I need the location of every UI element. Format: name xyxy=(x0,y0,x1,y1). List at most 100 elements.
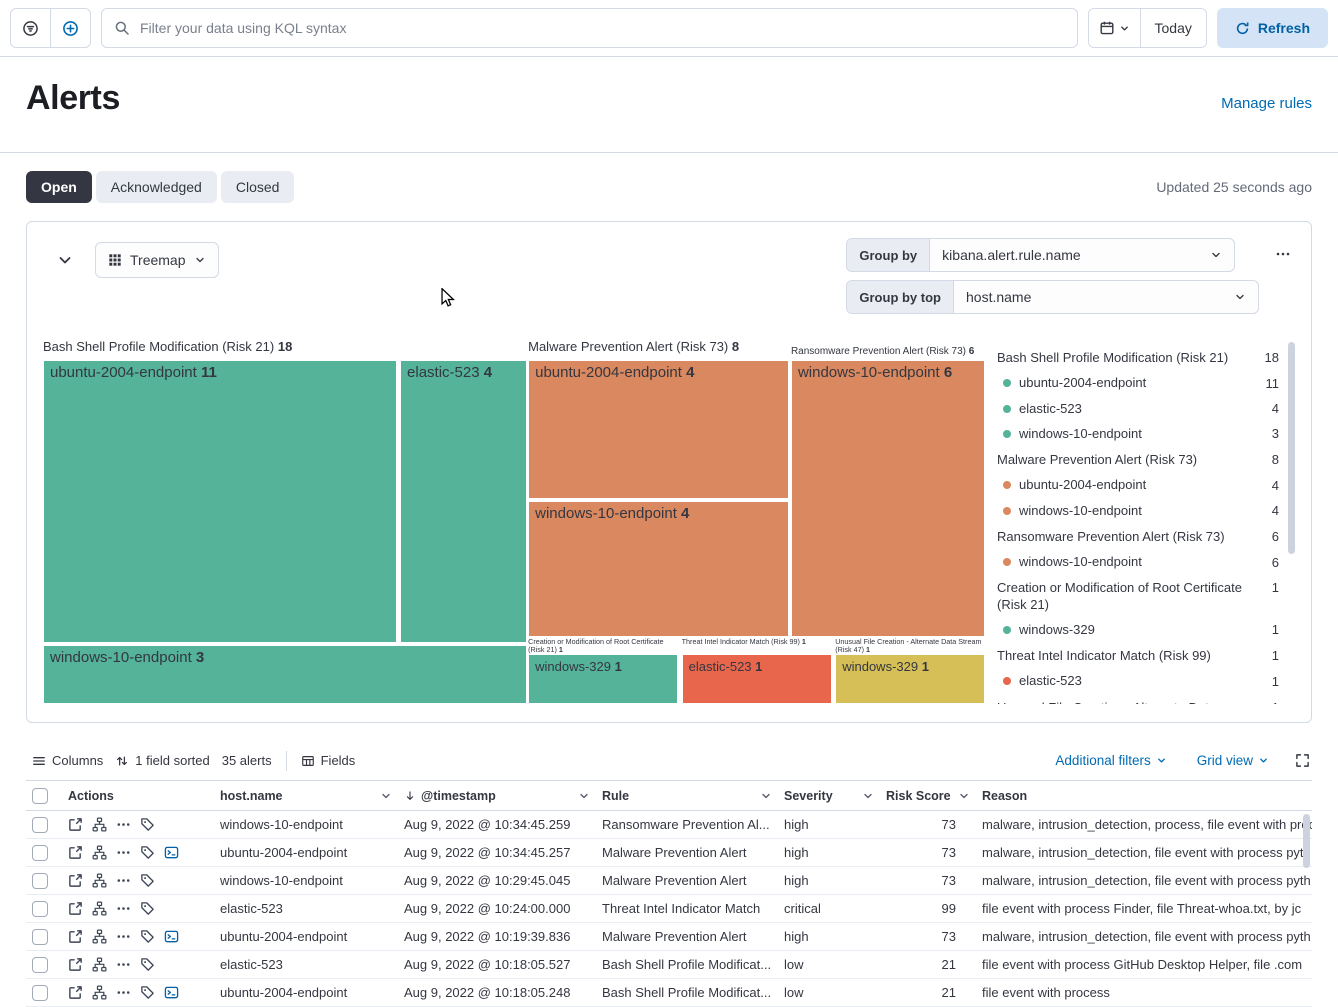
columns-button[interactable]: Columns xyxy=(26,749,109,772)
cell-risk-score[interactable]: 73 xyxy=(880,923,976,951)
cell-rule[interactable]: Bash Shell Profile Modificat... xyxy=(596,979,778,1007)
timeline-tag-icon[interactable] xyxy=(140,901,155,916)
cell-risk-score[interactable]: 21 xyxy=(880,979,976,1007)
cell-reason[interactable]: malware, intrusion_detection, file event… xyxy=(976,839,1312,867)
kql-filter-field[interactable] xyxy=(101,8,1078,48)
collapse-chart-button[interactable] xyxy=(53,248,77,272)
treemap-tile-windows-10-endpoint[interactable]: windows-10-endpoint 3 xyxy=(43,645,527,704)
cell-rule[interactable]: Threat Intel Indicator Match xyxy=(596,895,778,923)
chart-options-button[interactable] xyxy=(1271,240,1295,268)
tab-acknowledged[interactable]: Acknowledged xyxy=(96,171,217,203)
column-menu-icon[interactable] xyxy=(862,790,874,802)
treemap-tile-ubuntu-2004-endpoint[interactable]: ubuntu-2004-endpoint 11 xyxy=(43,360,397,643)
cell-timestamp[interactable]: Aug 9, 2022 @ 10:24:00.000 xyxy=(398,895,596,923)
legend-item[interactable]: windows-10-endpoint6 xyxy=(997,554,1279,570)
cell-host-name[interactable]: elastic-523 xyxy=(214,895,398,923)
search-input[interactable] xyxy=(138,19,1065,37)
cell-reason[interactable]: malware, intrusion_detection, file event… xyxy=(976,923,1312,951)
expand-alert-icon[interactable] xyxy=(68,957,83,972)
session-view-icon[interactable] xyxy=(164,845,179,860)
legend-scrollbar[interactable] xyxy=(1288,342,1295,554)
column-menu-icon[interactable] xyxy=(578,790,590,802)
group-by-select[interactable]: kibana.alert.rule.name xyxy=(929,238,1235,272)
session-view-icon[interactable] xyxy=(164,929,179,944)
cell-timestamp[interactable]: Aug 9, 2022 @ 10:18:05.248 xyxy=(398,979,596,1007)
treemap-tile-windows-329[interactable]: windows-329 1 xyxy=(528,654,678,704)
more-actions-icon[interactable] xyxy=(116,957,131,972)
analyze-event-icon[interactable] xyxy=(92,817,107,832)
cell-reason[interactable]: file event with process xyxy=(976,979,1312,1007)
analyze-event-icon[interactable] xyxy=(92,957,107,972)
expand-alert-icon[interactable] xyxy=(68,929,83,944)
cell-severity[interactable]: critical xyxy=(778,895,880,923)
cell-host-name[interactable]: ubuntu-2004-endpoint xyxy=(214,839,398,867)
cell-host-name[interactable]: ubuntu-2004-endpoint xyxy=(214,979,398,1007)
cell-timestamp[interactable]: Aug 9, 2022 @ 10:29:45.045 xyxy=(398,867,596,895)
cell-timestamp[interactable]: Aug 9, 2022 @ 10:19:39.836 xyxy=(398,923,596,951)
additional-filters-button[interactable]: Additional filters xyxy=(1049,752,1172,769)
refresh-button[interactable]: Refresh xyxy=(1217,8,1328,48)
legend-group[interactable]: Bash Shell Profile Modification (Risk 21… xyxy=(997,350,1279,366)
legend-item[interactable]: elastic-5231 xyxy=(997,673,1279,689)
legend-group[interactable]: Malware Prevention Alert (Risk 73)8 xyxy=(997,452,1279,468)
more-actions-icon[interactable] xyxy=(116,873,131,888)
cell-risk-score[interactable]: 21 xyxy=(880,951,976,979)
column-header-actions[interactable]: Actions xyxy=(62,781,214,811)
row-checkbox[interactable] xyxy=(32,873,48,889)
select-all-checkbox[interactable] xyxy=(32,788,48,804)
analyze-event-icon[interactable] xyxy=(92,901,107,916)
treemap-chart[interactable]: Bash Shell Profile Modification (Risk 21… xyxy=(43,340,985,704)
cell-severity[interactable]: low xyxy=(778,979,880,1007)
legend-item[interactable]: ubuntu-2004-endpoint4 xyxy=(997,477,1279,493)
cell-severity[interactable]: high xyxy=(778,811,880,839)
column-header-host-name[interactable]: host.name xyxy=(214,781,398,811)
cell-risk-score[interactable]: 73 xyxy=(880,811,976,839)
cell-severity[interactable]: high xyxy=(778,867,880,895)
manage-rules-link[interactable]: Manage rules xyxy=(1221,95,1312,118)
today-button[interactable]: Today xyxy=(1141,9,1206,47)
analyze-event-icon[interactable] xyxy=(92,873,107,888)
cell-rule[interactable]: Malware Prevention Alert xyxy=(596,923,778,951)
cell-risk-score[interactable]: 73 xyxy=(880,867,976,895)
legend-item[interactable]: elastic-5234 xyxy=(997,401,1279,417)
row-checkbox[interactable] xyxy=(32,901,48,917)
tab-open[interactable]: Open xyxy=(26,171,92,203)
legend-item[interactable]: windows-10-endpoint4 xyxy=(997,503,1279,519)
cell-reason[interactable]: malware, intrusion_detection, process, f… xyxy=(976,811,1312,839)
more-actions-icon[interactable] xyxy=(116,901,131,916)
legend-group[interactable]: Threat Intel Indicator Match (Risk 99)1 xyxy=(997,648,1279,664)
expand-alert-icon[interactable] xyxy=(68,873,83,888)
cell-severity[interactable]: low xyxy=(778,951,880,979)
column-header-rule[interactable]: Rule xyxy=(596,781,778,811)
more-actions-icon[interactable] xyxy=(116,845,131,860)
expand-alert-icon[interactable] xyxy=(68,817,83,832)
analyze-event-icon[interactable] xyxy=(92,929,107,944)
treemap-tile-windows-10-endpoint[interactable]: windows-10-endpoint 4 xyxy=(528,501,789,637)
analyze-event-icon[interactable] xyxy=(92,985,107,1000)
more-actions-icon[interactable] xyxy=(116,929,131,944)
cell-severity[interactable]: high xyxy=(778,923,880,951)
more-actions-icon[interactable] xyxy=(116,985,131,1000)
timeline-tag-icon[interactable] xyxy=(140,957,155,972)
row-checkbox[interactable] xyxy=(32,817,48,833)
column-menu-icon[interactable] xyxy=(958,790,970,802)
date-picker-button[interactable] xyxy=(1089,9,1141,47)
session-view-icon[interactable] xyxy=(164,985,179,1000)
cell-timestamp[interactable]: Aug 9, 2022 @ 10:34:45.257 xyxy=(398,839,596,867)
cell-host-name[interactable]: ubuntu-2004-endpoint xyxy=(214,923,398,951)
column-header-severity[interactable]: Severity xyxy=(778,781,880,811)
expand-alert-icon[interactable] xyxy=(68,901,83,916)
grid-view-button[interactable]: Grid view xyxy=(1191,752,1275,769)
analyze-event-icon[interactable] xyxy=(92,845,107,860)
cell-rule[interactable]: Malware Prevention Alert xyxy=(596,867,778,895)
cell-rule[interactable]: Ransomware Prevention Al... xyxy=(596,811,778,839)
cell-risk-score[interactable]: 73 xyxy=(880,839,976,867)
row-checkbox[interactable] xyxy=(32,929,48,945)
column-header-reason[interactable]: Reason xyxy=(976,781,1312,811)
column-menu-icon[interactable] xyxy=(380,790,392,802)
treemap-tile-elastic-523[interactable]: elastic-523 4 xyxy=(400,360,527,643)
treemap-tile-windows-10-endpoint[interactable]: windows-10-endpoint 6 xyxy=(791,360,985,637)
cell-host-name[interactable]: windows-10-endpoint xyxy=(214,867,398,895)
table-scrollbar[interactable] xyxy=(1303,814,1310,868)
sort-fields-button[interactable]: 1 field sorted xyxy=(109,749,215,772)
